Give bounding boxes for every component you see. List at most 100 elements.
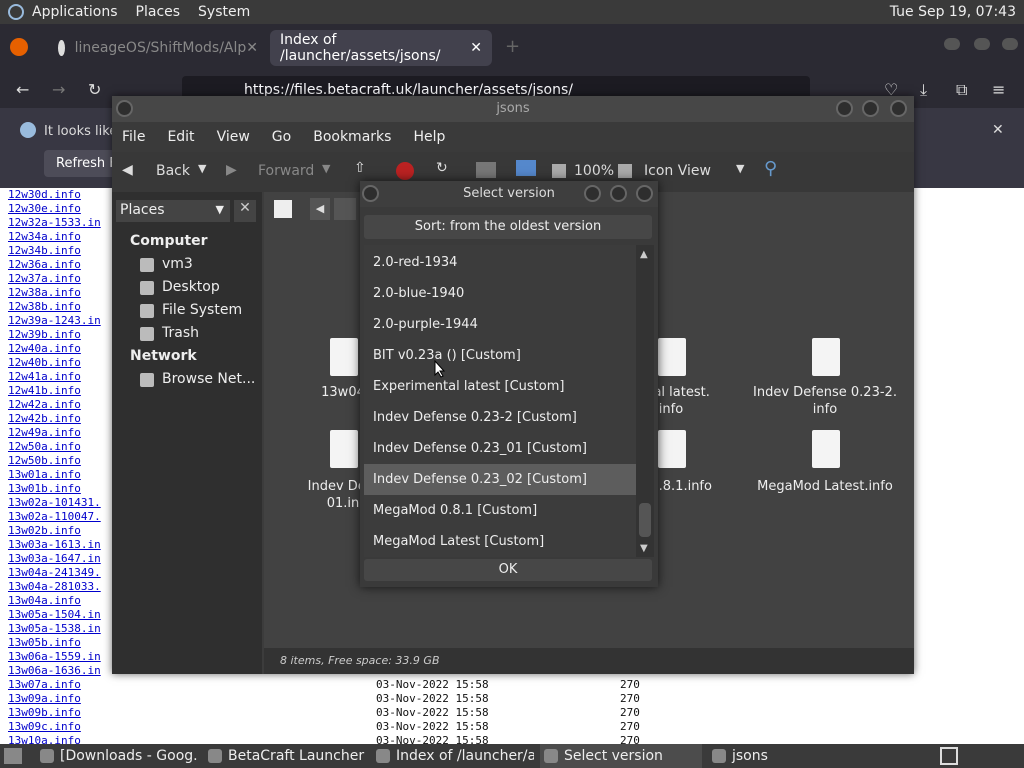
listing-link[interactable]: 12w38a.info: [8, 286, 81, 299]
listing-link[interactable]: 13w07a.info: [8, 678, 81, 691]
listing-link[interactable]: 13w02a-101431.: [8, 496, 101, 509]
listing-link[interactable]: 12w50a.info: [8, 440, 81, 453]
listing-link[interactable]: 13w04a.info: [8, 594, 81, 607]
chevron-down-icon[interactable]: ▼: [198, 162, 206, 175]
version-item[interactable]: Indev Defense 0.23-2 [Custom]: [364, 402, 636, 433]
listing-link[interactable]: 12w42a.info: [8, 398, 81, 411]
file-icon[interactable]: [658, 430, 686, 468]
file-icon[interactable]: [330, 338, 358, 376]
version-item[interactable]: Indev Defense 0.23_02 [Custom]: [364, 464, 636, 495]
listing-link[interactable]: 13w06a-1636.in: [8, 664, 101, 677]
listing-link[interactable]: 12w34b.info: [8, 244, 81, 257]
forward-icon[interactable]: ▶: [226, 162, 237, 178]
view-selector[interactable]: Icon View: [644, 163, 711, 179]
close-button[interactable]: [636, 185, 653, 202]
listing-link[interactable]: 12w41a.info: [8, 370, 81, 383]
window-menu-button[interactable]: [362, 185, 379, 202]
search-icon[interactable]: ⚲: [764, 158, 777, 179]
listing-link[interactable]: 13w03a-1613.in: [8, 538, 101, 551]
back-icon[interactable]: ←: [16, 80, 29, 99]
file-icon[interactable]: [658, 338, 686, 376]
chevron-down-icon[interactable]: ▼: [736, 162, 744, 175]
listing-link[interactable]: 12w42b.info: [8, 412, 81, 425]
file-icon[interactable]: [812, 430, 840, 468]
menu-go[interactable]: Go: [272, 129, 291, 145]
maximize-button[interactable]: [974, 38, 990, 50]
version-item[interactable]: 2.0-purple-1944: [364, 309, 636, 340]
taskbar-item[interactable]: Select version: [540, 744, 702, 768]
close-button[interactable]: [1002, 38, 1018, 50]
listing-link[interactable]: 13w04a-281033.: [8, 580, 101, 593]
listing-link[interactable]: 13w01b.info: [8, 482, 81, 495]
version-item[interactable]: BIT v0.23a () [Custom]: [364, 340, 636, 371]
hamburger-menu-icon[interactable]: ≡: [992, 80, 1005, 99]
version-item[interactable]: 2.0-blue-1940: [364, 278, 636, 309]
tab-index-jsons[interactable]: Index of /launcher/assets/jsons/ ✕: [270, 30, 492, 66]
scroll-up-icon[interactable]: ▲: [640, 249, 648, 260]
version-item[interactable]: MegaMod Latest [Custom]: [364, 526, 636, 557]
sidebar-item-browse-network[interactable]: Browse Net...: [162, 371, 255, 387]
version-item[interactable]: MegaMod 0.8.1 [Custom]: [364, 495, 636, 526]
minimize-button[interactable]: [944, 38, 960, 50]
scroll-thumb[interactable]: [639, 503, 651, 537]
close-button[interactable]: [890, 100, 907, 117]
extensions-icon[interactable]: ⧉: [956, 80, 967, 100]
listing-link[interactable]: 12w38b.info: [8, 300, 81, 313]
forward-button[interactable]: Forward: [258, 163, 314, 179]
listing-link[interactable]: 12w39a-1243.in: [8, 314, 101, 327]
reload-icon[interactable]: ↻: [436, 160, 448, 176]
distro-logo-icon[interactable]: [8, 4, 24, 20]
sort-button[interactable]: Sort: from the oldest version: [364, 215, 652, 239]
listing-link[interactable]: 13w05b.info: [8, 636, 81, 649]
listing-link[interactable]: 13w05a-1538.in: [8, 622, 101, 635]
maximize-button[interactable]: [610, 185, 627, 202]
sidebar-places-combo[interactable]: Places ▼: [116, 200, 230, 222]
menu-bookmarks[interactable]: Bookmarks: [313, 129, 391, 145]
downloads-icon[interactable]: ⤓: [920, 80, 927, 100]
listing-link[interactable]: 13w02a-110047.: [8, 510, 101, 523]
tab-github[interactable]: lineageOS/ShiftMods/Alp ✕: [48, 30, 268, 66]
listing-link[interactable]: 13w05a-1504.in: [8, 608, 101, 621]
up-icon[interactable]: ⇧: [354, 160, 366, 176]
listing-link[interactable]: 12w49a.info: [8, 426, 81, 439]
scroll-down-icon[interactable]: ▼: [640, 543, 648, 554]
sidebar-item-vm3[interactable]: vm3: [162, 256, 193, 272]
listing-link[interactable]: 12w32a-1533.in: [8, 216, 101, 229]
sidebar-item-trash[interactable]: Trash: [162, 325, 199, 341]
zoom-out-icon[interactable]: [552, 164, 566, 178]
back-icon[interactable]: ◀: [122, 162, 133, 178]
listing-link[interactable]: 12w34a.info: [8, 230, 81, 243]
listing-link[interactable]: 13w09c.info: [8, 720, 81, 733]
taskbar-item[interactable]: BetaCraft Launcher ...: [204, 744, 366, 768]
applications-menu[interactable]: Applications: [32, 4, 118, 20]
listing-link[interactable]: 13w09a.info: [8, 692, 81, 705]
listing-link[interactable]: 12w37a.info: [8, 272, 81, 285]
listing-link[interactable]: 13w09b.info: [8, 706, 81, 719]
stop-icon[interactable]: [396, 162, 414, 180]
home-folder-icon[interactable]: [334, 198, 356, 220]
ok-button[interactable]: OK: [364, 559, 652, 581]
listing-link[interactable]: 12w30d.info: [8, 188, 81, 201]
listing-link[interactable]: 12w36a.info: [8, 258, 81, 271]
menu-view[interactable]: View: [217, 129, 250, 145]
listing-link[interactable]: 12w30e.info: [8, 202, 81, 215]
close-icon[interactable]: ✕: [992, 122, 1004, 138]
listing-link[interactable]: 13w06a-1559.in: [8, 650, 101, 663]
minimize-button[interactable]: [584, 185, 601, 202]
menu-file[interactable]: File: [122, 129, 145, 145]
listing-link[interactable]: 13w01a.info: [8, 468, 81, 481]
sidebar-item-desktop[interactable]: Desktop: [162, 279, 220, 295]
file-icon[interactable]: [812, 338, 840, 376]
version-item[interactable]: Indev Defense 0.23_01 [Custom]: [364, 433, 636, 464]
reload-icon[interactable]: ↻: [88, 80, 101, 99]
close-icon[interactable]: ✕: [246, 40, 258, 56]
listing-link[interactable]: 13w02b.info: [8, 524, 81, 537]
taskbar-item[interactable]: jsons: [708, 744, 788, 768]
workspace-switcher-icon[interactable]: [940, 747, 958, 765]
clock[interactable]: Tue Sep 19, 07:43: [890, 4, 1016, 20]
close-icon[interactable]: ✕: [234, 200, 256, 222]
chevron-down-icon[interactable]: ▼: [322, 162, 330, 175]
listing-link[interactable]: 12w50b.info: [8, 454, 81, 467]
forward-icon[interactable]: →: [52, 80, 65, 99]
close-icon[interactable]: ✕: [470, 40, 482, 56]
